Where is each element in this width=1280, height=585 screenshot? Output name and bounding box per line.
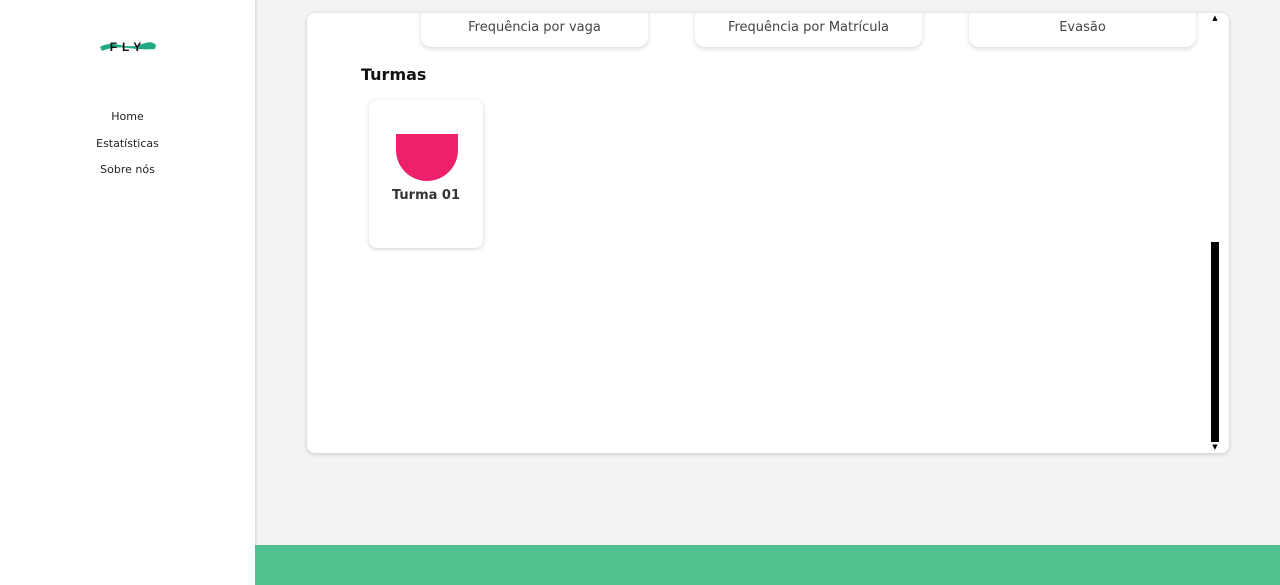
scroll-down-arrow-icon[interactable]: ▼ [1210,442,1220,452]
main-nav: Home Estatísticas Sobre nós [0,108,255,188]
nav-item-home[interactable]: Home [0,108,255,135]
logo-text: FLY [110,40,147,54]
tab-frequencia-vaga[interactable]: Frequência por vaga [421,13,648,47]
tab-frequencia-matricula[interactable]: Frequência por Matrícula [695,13,922,47]
scrollbar-thumb[interactable] [1211,242,1219,442]
tab-evasao[interactable]: Evasão [969,13,1196,47]
nav-item-estatisticas[interactable]: Estatísticas [0,135,255,162]
turmas-heading: Turmas [361,65,427,84]
nav-item-sobre-nos[interactable]: Sobre nós [0,161,255,188]
fly-logo[interactable]: FLY [98,35,158,57]
scroll-up-arrow-icon[interactable]: ▲ [1210,13,1220,23]
content-card: Frequência por vaga Frequência por Matrí… [307,13,1229,453]
footer-bar [255,545,1280,585]
semicircle-icon [396,134,458,181]
turma-label: Turma 01 [391,188,461,203]
turma-card[interactable]: Turma 01 [369,100,483,248]
sidebar: FLY Home Estatísticas Sobre nós [0,0,255,585]
